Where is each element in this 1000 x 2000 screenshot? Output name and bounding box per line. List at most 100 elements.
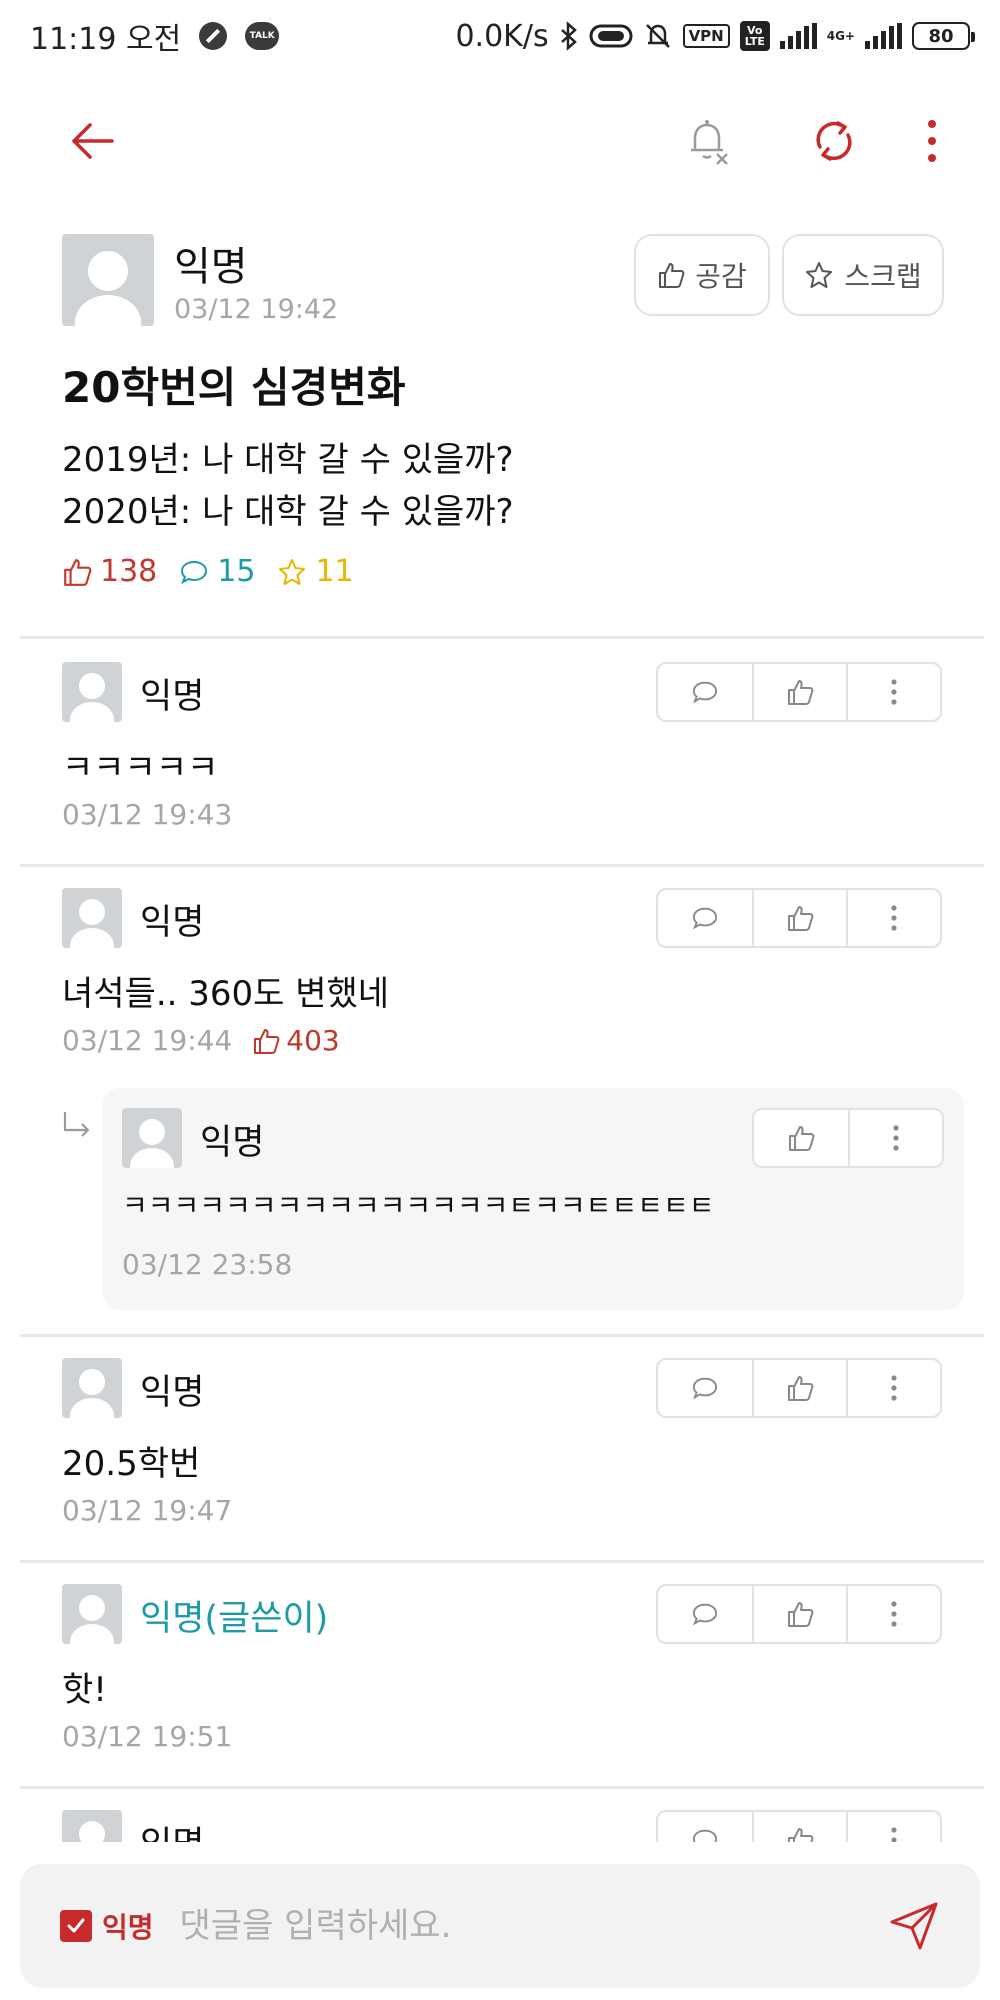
comment-input[interactable] <box>179 1906 884 1946</box>
comment: 익명 20.5학번 03/12 19:47 <box>62 1358 942 1538</box>
refresh-button[interactable] <box>794 96 874 186</box>
thumbs-up-icon <box>788 1602 814 1627</box>
comment-author: 익명 <box>200 1123 265 1163</box>
scrap-count: 11 <box>315 554 354 589</box>
avatar <box>122 1108 182 1168</box>
like-button-label: 공감 <box>695 260 747 293</box>
reply-arrow-icon <box>63 1112 90 1137</box>
comment-text: 녀석들.. 360도 변했네 <box>62 974 390 1014</box>
divider <box>20 1560 984 1563</box>
divider <box>20 1334 984 1337</box>
comment-more-button[interactable] <box>846 1812 940 1842</box>
comment-bubble-icon <box>692 1377 718 1400</box>
post-comment-count: 15 <box>179 554 255 589</box>
comment-actions <box>656 662 942 722</box>
reply-button[interactable] <box>658 1360 752 1416</box>
comment-meta: 03/12 23:58 <box>122 1248 292 1281</box>
reply-button[interactable] <box>658 664 752 720</box>
comment-more-button[interactable] <box>846 1360 940 1416</box>
star-icon <box>806 262 833 288</box>
signal-strength-icon-2 <box>865 23 902 49</box>
scrap-button-label: 스크랩 <box>844 260 922 293</box>
like-button[interactable]: 공감 <box>634 234 770 316</box>
comment-time: 03/12 23:58 <box>122 1248 293 1281</box>
comment-composer: 익명 <box>0 1842 1000 2000</box>
avatar <box>62 1810 122 1842</box>
check-icon <box>67 1918 85 1933</box>
like-count: 403 <box>286 1024 340 1057</box>
avatar <box>62 888 122 948</box>
comment-like-button[interactable] <box>752 664 846 720</box>
comment-like-button[interactable] <box>754 1110 848 1166</box>
reply-button[interactable] <box>658 890 752 946</box>
send-icon <box>890 1902 938 1950</box>
post-scrap-count: 11 <box>277 554 354 589</box>
reply-comment: 익명 ㅋㅋㅋㅋㅋㅋㅋㅋㅋㅋㅋㅋㅋㅋㅋㅌㅋㅋㅌㅌㅌㅌㅌ 03/12 23:58 <box>102 1088 964 1310</box>
mute-bell-icon <box>645 24 670 48</box>
comment-bubble-icon <box>692 1829 718 1842</box>
comment-author: 익명 <box>140 1816 204 1842</box>
anonymous-label[interactable]: 익명 <box>102 1906 154 1946</box>
comment-actions <box>656 1358 942 1418</box>
vibrate-icon <box>589 24 633 48</box>
more-vertical-icon <box>891 679 897 705</box>
comment-bubble-icon <box>692 907 718 930</box>
comment-more-button[interactable] <box>846 1586 940 1642</box>
comment-actions <box>656 1584 942 1644</box>
like-count: 138 <box>100 554 158 589</box>
comment-text: 핫! <box>62 1670 107 1710</box>
comment-like-button[interactable] <box>752 890 846 946</box>
comment-time: 03/12 19:47 <box>62 1494 233 1527</box>
comment-time: 03/12 19:51 <box>62 1720 233 1753</box>
comment: 익명 <box>62 1810 942 1842</box>
post-time: 03/12 19:42 <box>174 294 339 325</box>
status-time: 11:19 오전 <box>30 22 182 57</box>
comment-author-op: 익명(글쓴이) <box>140 1599 329 1639</box>
comment: 익명 녀석들.. 360도 변했네 03/12 19:44 403 <box>62 888 942 1068</box>
comment-count: 15 <box>217 554 256 589</box>
avatar <box>62 1584 122 1644</box>
comment-text: ㅋㅋㅋㅋㅋㅋㅋㅋㅋㅋㅋㅋㅋㅋㅋㅌㅋㅋㅌㅌㅌㅌㅌ <box>122 1189 715 1222</box>
network-type: 4G+ <box>826 29 855 43</box>
volte-badge: Vo LTE <box>739 21 770 51</box>
reply-button[interactable] <box>658 1812 752 1842</box>
back-button[interactable] <box>52 96 132 186</box>
more-vertical-icon <box>928 120 936 162</box>
comment-more-button[interactable] <box>846 664 940 720</box>
comment-input-bar: 익명 <box>20 1864 980 1988</box>
more-vertical-icon <box>893 1125 899 1151</box>
comment-more-button[interactable] <box>848 1110 942 1166</box>
post-title: 20학번의 심경변화 <box>62 363 406 412</box>
more-options-button[interactable] <box>892 96 972 186</box>
comment-like-count: 403 <box>252 1024 340 1057</box>
more-vertical-icon <box>891 1375 897 1401</box>
battery-indicator: 80 <box>912 22 975 50</box>
comment-like-button[interactable] <box>752 1586 846 1642</box>
comment-meta: 03/12 19:51 <box>62 1720 232 1753</box>
scrap-button[interactable]: 스크랩 <box>782 234 944 316</box>
refresh-icon <box>816 121 852 161</box>
comment-meta: 03/12 19:43 <box>62 798 232 831</box>
more-vertical-icon <box>891 1827 897 1842</box>
comment-like-button[interactable] <box>752 1360 846 1416</box>
avatar <box>62 234 154 326</box>
avatar <box>62 662 122 722</box>
comment-meta: 03/12 19:47 <box>62 1494 232 1527</box>
comment-like-button[interactable] <box>752 1812 846 1842</box>
send-button[interactable] <box>884 1896 944 1956</box>
top-app-bar <box>0 96 1000 186</box>
anonymous-checkbox[interactable] <box>60 1910 92 1942</box>
comment-bubble-icon <box>692 1603 718 1626</box>
thumbs-up-icon <box>789 1126 815 1151</box>
thumbs-up-icon <box>788 680 814 705</box>
reply-button[interactable] <box>658 1586 752 1642</box>
divider <box>20 1786 984 1789</box>
divider <box>20 864 984 867</box>
notification-toggle-button[interactable] <box>668 96 748 186</box>
comment-more-button[interactable] <box>846 890 940 946</box>
more-vertical-icon <box>891 905 897 931</box>
thumbs-up-icon <box>254 1028 280 1054</box>
do-not-disturb-icon <box>199 22 228 50</box>
thumbs-up-icon <box>659 263 685 288</box>
avatar <box>62 1358 122 1418</box>
